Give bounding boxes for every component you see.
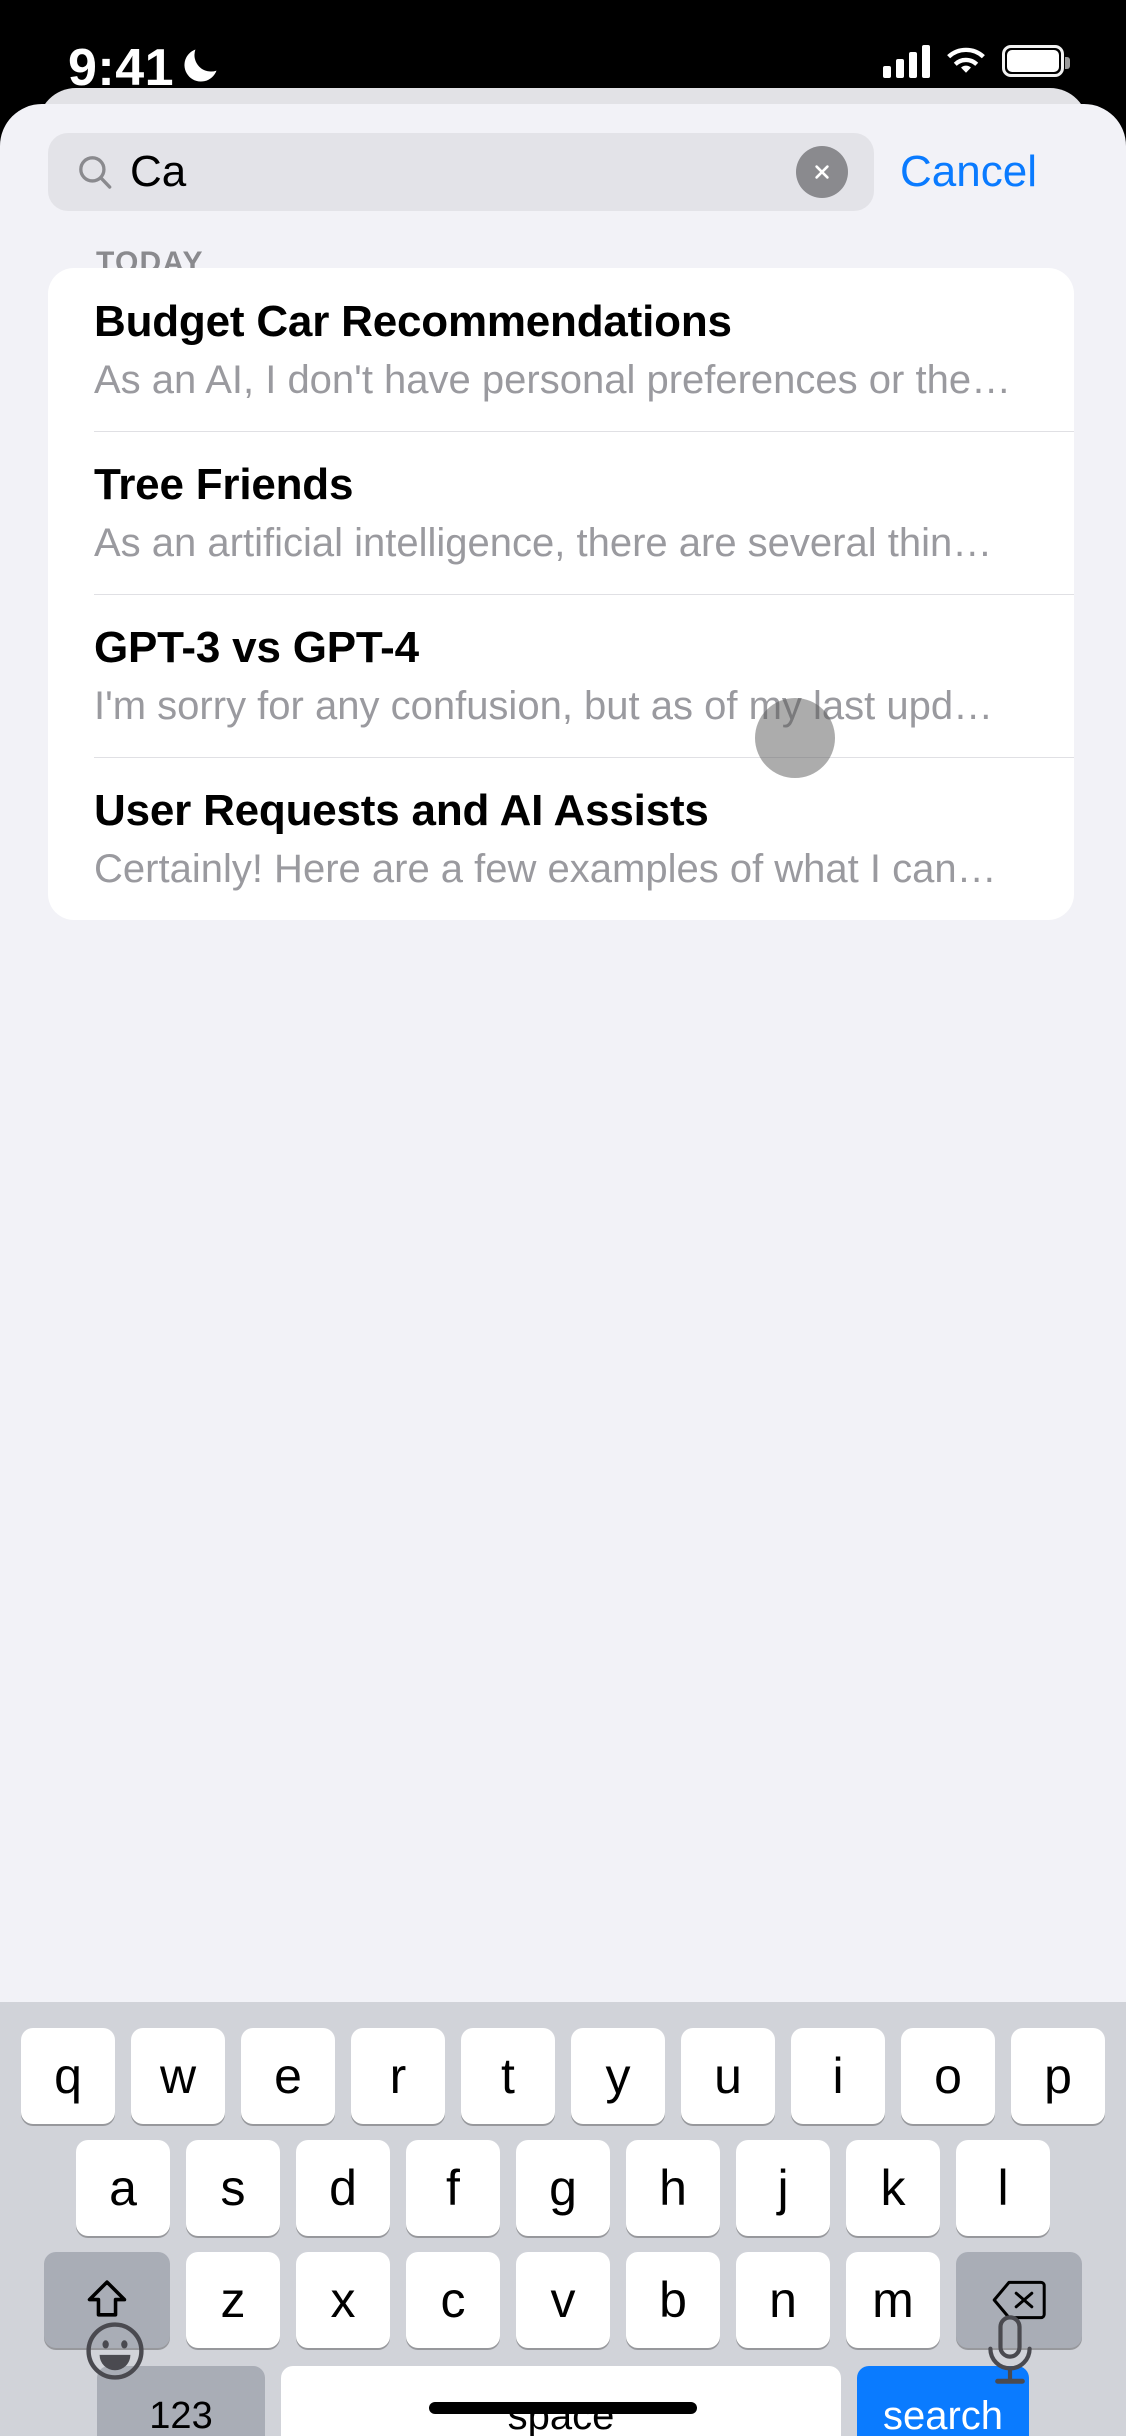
result-title: Budget Car Recommendations [94,297,732,346]
key-q[interactable]: q [21,2028,115,2124]
key-g[interactable]: g [516,2140,610,2236]
key-p[interactable]: p [1011,2028,1105,2124]
result-title: GPT-3 vs GPT-4 [94,623,419,672]
key-o[interactable]: o [901,2028,995,2124]
key-d[interactable]: d [296,2140,390,2236]
result-title: User Requests and AI Assists [94,786,709,835]
search-sheet: Cancel TODAY Budget Car Recommendations … [0,104,1126,2002]
key-t[interactable]: t [461,2028,555,2124]
emoji-smiley-icon[interactable] [82,2318,148,2384]
cancel-button[interactable]: Cancel [900,147,1037,197]
result-title: Tree Friends [94,460,354,509]
key-h[interactable]: h [626,2140,720,2236]
key-i[interactable]: i [791,2028,885,2124]
wifi-icon [947,47,985,73]
result-snippet: I'm sorry for any confusion, but as of m… [94,684,994,728]
close-icon [815,165,829,179]
microphone-icon[interactable] [982,2314,1038,2388]
cellular-bars-icon [883,44,930,78]
keyboard-row-2: a s d f g h j k l [0,2140,1126,2236]
key-k[interactable]: k [846,2140,940,2236]
key-y[interactable]: y [571,2028,665,2124]
key-r[interactable]: r [351,2028,445,2124]
key-s[interactable]: s [186,2140,280,2236]
on-screen-keyboard: q w e r t y u i o p a s d f g h j k l z … [0,2002,1126,2436]
search-results-card: Budget Car Recommendations As an AI, I d… [48,268,1074,920]
key-f[interactable]: f [406,2140,500,2236]
result-snippet: As an AI, I don't have personal preferen… [94,358,1012,402]
key-j[interactable]: j [736,2140,830,2236]
key-w[interactable]: w [131,2028,225,2124]
search-icon [79,156,112,189]
battery-full-icon [1002,45,1070,77]
clear-search-button[interactable] [796,146,848,198]
search-result-row[interactable]: Tree Friends As an artificial intelligen… [48,431,1074,594]
status-bar-indicators [883,44,1070,78]
search-input[interactable] [130,147,730,197]
key-l[interactable]: l [956,2140,1050,2236]
phone-screen: 9:41 Ca Cancel TODAY Budget Car Recommen… [0,0,1126,2436]
key-e[interactable]: e [241,2028,335,2124]
result-snippet: As an artificial intelligence, there are… [94,521,993,565]
keyboard-bottom-bar [0,2304,1126,2436]
crescent-moon-icon [184,49,217,82]
search-field[interactable] [48,133,874,211]
search-result-row[interactable]: User Requests and AI Assists Certainly! … [48,757,1074,920]
keyboard-row-1: q w e r t y u i o p [0,2028,1126,2124]
key-u[interactable]: u [681,2028,775,2124]
search-result-row[interactable]: GPT-3 vs GPT-4 I'm sorry for any confusi… [48,594,1074,757]
key-a[interactable]: a [76,2140,170,2236]
home-indicator [429,2402,697,2414]
result-snippet: Certainly! Here are a few examples of wh… [94,847,997,891]
search-result-row[interactable]: Budget Car Recommendations As an AI, I d… [48,268,1074,431]
search-bar: Cancel [0,124,1126,220]
